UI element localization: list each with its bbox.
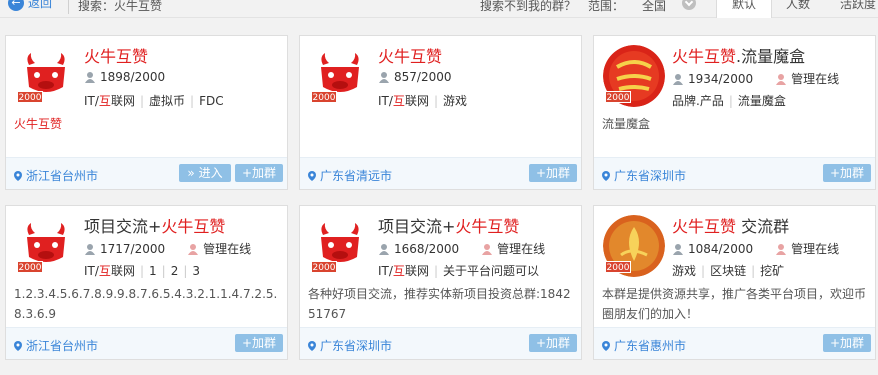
admin-icon <box>187 243 199 255</box>
location: 广东省清远市 <box>308 167 392 184</box>
card-footer: 浙江省台州市 +加群 <box>6 327 287 359</box>
group-card[interactable]: 2000 项目交流+火牛互赞 1717/2000 管理在线 IT/互联网 | 1 | 2… <box>5 205 288 360</box>
members-icon <box>672 73 684 85</box>
range-select[interactable]: 全国 <box>642 0 666 14</box>
member-count: 1084/2000 管理在线 <box>672 240 839 257</box>
admin-icon <box>775 243 787 255</box>
back-button[interactable]: ← 返回 <box>8 0 52 11</box>
group-card[interactable]: 2000 项目交流+火牛互赞 1668/2000 管理在线 IT/互联网 | 关于平… <box>299 205 582 360</box>
group-name[interactable]: 火牛互赞 <box>84 43 148 67</box>
members-icon <box>378 243 390 255</box>
admin-icon <box>775 73 787 85</box>
group-name[interactable]: 火牛互赞 交流群 <box>672 213 789 237</box>
tab-default[interactable]: 默认 <box>716 0 772 18</box>
chevron-down-icon[interactable] <box>682 0 696 10</box>
location: 广东省惠州市 <box>602 337 686 354</box>
group-card[interactable]: 2000 火牛互赞 857/2000 IT/互联网 | 游戏 广东省清远市 +加群 <box>299 35 582 190</box>
card-footer: 广东省深圳市 +加群 <box>594 157 875 189</box>
group-card[interactable]: 2000 火牛互赞.流量魔盒 1934/2000 管理在线 品牌.产品 | 流量魔盒… <box>593 35 876 190</box>
location-pin-icon <box>14 341 22 351</box>
range-label: 范围： <box>588 0 625 13</box>
group-tags: IT/互联网 | 关于平台问题可以 <box>378 264 540 278</box>
location-pin-icon <box>602 171 610 181</box>
location-pin-icon <box>602 341 610 351</box>
join-group-button[interactable]: +加群 <box>823 164 871 182</box>
join-group-button[interactable]: +加群 <box>823 334 871 352</box>
members-icon <box>84 71 96 83</box>
group-tags: IT/互联网 | 1 | 2 | 3 <box>84 264 201 278</box>
group-name[interactable]: 火牛互赞.流量魔盒 <box>672 43 805 67</box>
location: 浙江省台州市 <box>14 337 98 354</box>
location: 广东省深圳市 <box>308 337 392 354</box>
group-card[interactable]: 2000 火牛互赞 1898/2000 IT/互联网 | 虚拟币 | FDC 火牛互赞 … <box>5 35 288 190</box>
member-count: 1898/2000 <box>84 70 165 84</box>
member-count: 857/2000 <box>378 70 452 84</box>
join-group-button[interactable]: +加群 <box>235 164 283 182</box>
join-group-button[interactable]: +加群 <box>529 164 577 182</box>
group-name[interactable]: 项目交流+火牛互赞 <box>84 213 225 237</box>
group-description: 本群是提供资源共享，推广各类平台项目，欢迎币圈朋友们的加入！ <box>602 287 867 321</box>
search-summary: 搜索：火牛互赞 <box>78 0 163 13</box>
member-count: 1934/2000 管理在线 <box>672 70 839 87</box>
join-group-button[interactable]: +加群 <box>235 334 283 352</box>
back-arrow-icon: ← <box>8 0 24 11</box>
not-found-link[interactable]: 搜索不到我的群？ <box>480 0 576 14</box>
members-icon <box>672 243 684 255</box>
tab-members[interactable]: 人数 <box>772 0 824 18</box>
capacity-badge: 2000 <box>17 91 43 103</box>
capacity-badge: 2000 <box>17 261 43 273</box>
card-footer: 广东省清远市 +加群 <box>300 157 581 189</box>
divider <box>68 0 69 14</box>
group-description: 1.2.3.4.5.6.7.8.9.9.8.7.6.5.4.3.2.1.1.4.… <box>14 287 278 321</box>
group-description: 火牛互赞 <box>14 117 63 131</box>
member-count: 1717/2000 管理在线 <box>84 240 251 257</box>
group-description: 流量魔盒 <box>602 117 651 131</box>
capacity-badge: 2000 <box>311 261 337 273</box>
group-name[interactable]: 项目交流+火牛互赞 <box>378 213 519 237</box>
members-icon <box>378 71 390 83</box>
group-tags: IT/互联网 | 虚拟币 | FDC <box>84 94 224 108</box>
group-description: 各种好项目交流，推荐实体新项目投资总群:1842 51767 <box>308 287 571 321</box>
location: 浙江省台州市 <box>14 167 98 184</box>
tab-activity[interactable]: 活跃度 <box>832 0 878 18</box>
card-footer: 广东省深圳市 +加群 <box>300 327 581 359</box>
location-pin-icon <box>14 171 22 181</box>
capacity-badge: 2000 <box>605 91 631 103</box>
group-tags: 游戏 | 区块链 | 挖矿 <box>672 264 785 278</box>
join-group-button[interactable]: +加群 <box>529 334 577 352</box>
card-footer: 广东省惠州市 +加群 <box>594 327 875 359</box>
card-footer: 浙江省台州市 » 进入 +加群 <box>6 157 287 189</box>
members-icon <box>84 243 96 255</box>
admin-icon <box>481 243 493 255</box>
member-count: 1668/2000 管理在线 <box>378 240 545 257</box>
location-pin-icon <box>308 171 316 181</box>
capacity-badge: 2000 <box>311 91 337 103</box>
back-label: 返回 <box>28 0 53 10</box>
group-card[interactable]: 2000 火牛互赞 交流群 1084/2000 管理在线 游戏 | 区块链 | 挖矿 本… <box>593 205 876 360</box>
capacity-badge: 2000 <box>605 261 631 273</box>
top-bar: ← 返回 搜索：火牛互赞 搜索不到我的群？ 范围： 全国 默认 人数 活跃度 <box>0 0 878 18</box>
group-tags: 品牌.产品 | 流量魔盒 <box>672 94 786 108</box>
enter-button[interactable]: » 进入 <box>179 164 231 182</box>
location-pin-icon <box>308 341 316 351</box>
location: 广东省深圳市 <box>602 167 686 184</box>
group-tags: IT/互联网 | 游戏 <box>378 94 468 108</box>
group-name[interactable]: 火牛互赞 <box>378 43 442 67</box>
